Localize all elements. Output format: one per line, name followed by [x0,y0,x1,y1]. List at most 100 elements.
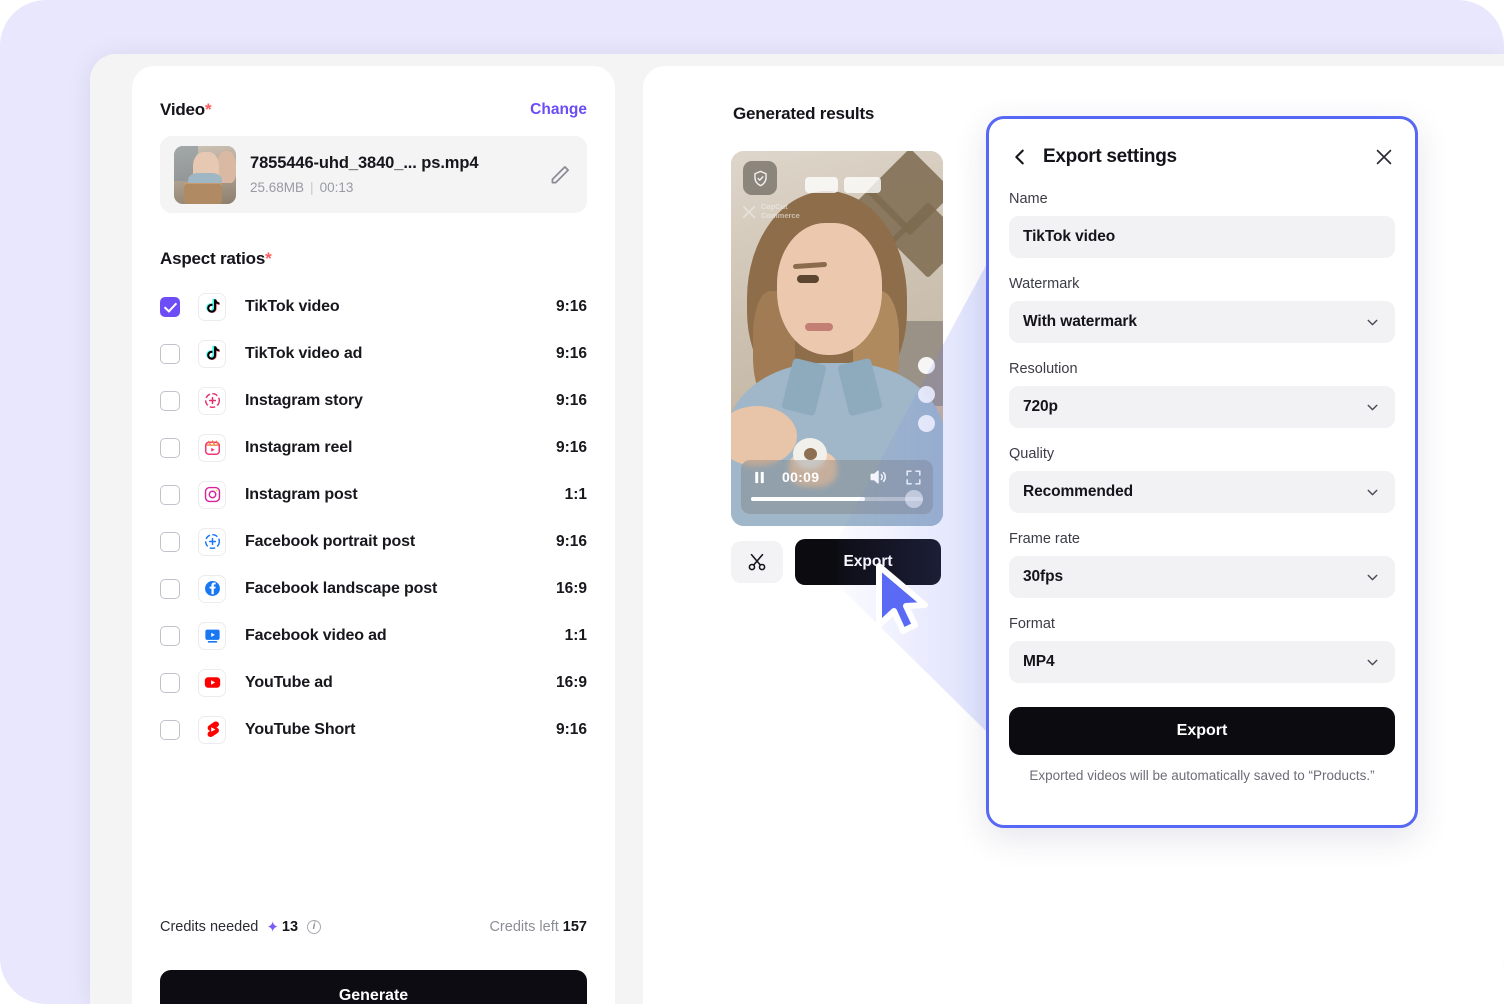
aspect-ratio-label: YouTube Short [245,720,356,738]
export-settings-note: Exported videos will be automatically sa… [1029,768,1375,783]
export-settings-export-button[interactable]: Export [1009,707,1395,755]
aspect-ratio-row[interactable]: TikTok video 9:16 [160,283,587,330]
export-field-value: 720p [1023,398,1058,415]
aspect-ratio-checkbox[interactable] [160,625,180,646]
aspect-ratio-row[interactable]: TikTok video ad 9:16 [160,330,587,377]
required-asterisk: * [204,100,212,119]
aspect-ratio-checkbox[interactable] [160,437,180,458]
video-file-card[interactable]: 7855446-uhd_3840_... ps.mp4 25.68MB | 00:1… [160,136,587,213]
platform-icon-wrap [198,292,226,321]
facebook-video-icon [204,629,220,643]
aspect-ratio-checkbox[interactable] [160,296,180,317]
aspect-ratio-row[interactable]: YouTube Short 9:16 [160,706,587,753]
chevron-down-icon[interactable] [1364,314,1381,331]
framerate-select[interactable]: 30fps [1009,556,1395,598]
close-icon[interactable] [1373,146,1395,168]
video-file-name: 7855446-uhd_3840_... ps.mp4 [250,154,479,172]
export-settings-title: Export settings [1043,146,1177,167]
aspect-ratio-checkbox[interactable] [160,343,180,364]
aspect-ratio-row[interactable]: Instagram reel 9:16 [160,424,587,471]
watermark-line-2: Commerce [761,210,800,220]
aspect-ratio-label: Facebook landscape post [245,579,438,597]
capcut-watermark: CapCut Commerce [741,202,800,220]
volume-icon[interactable] [868,467,888,487]
export-field-value: MP4 [1023,653,1055,670]
quality-select[interactable]: Recommended [1009,471,1395,513]
export-settings-fields: Name TikTok video Watermark With watermark R… [1009,191,1395,683]
chevron-down-icon[interactable] [1364,484,1381,501]
aspect-ratio-row[interactable]: YouTube ad 16:9 [160,659,587,706]
aspect-ratio-checkbox[interactable] [160,578,180,599]
current-time-label: 00:09 [782,469,820,485]
cut-button[interactable] [731,541,783,583]
export-field-label: Name [1009,191,1048,207]
aspect-ratio-label: YouTube ad [245,673,333,691]
aspect-ratio-row[interactable]: Facebook video ad 1:1 [160,612,587,659]
fullscreen-icon[interactable] [904,468,923,487]
generated-results-title: Generated results [733,104,875,123]
export-field-label: Watermark [1009,276,1080,292]
aspect-ratio-row[interactable]: Facebook landscape post 16:9 [160,565,587,612]
tiktok-icon [205,345,220,360]
progress-bar[interactable] [751,490,923,508]
credits-needed-value: 13 [281,919,299,935]
instagram-reel-icon [204,440,220,455]
aspect-ratio-checkbox[interactable] [160,484,180,505]
aspect-ratio-label: Instagram story [245,391,363,409]
youtube-shorts-icon [207,721,219,737]
platform-icon-wrap [198,480,226,509]
video-preview-player[interactable]: CapCut Commerce 00:09 [731,151,943,526]
side-action-dot-1[interactable] [918,357,935,374]
name-field[interactable]: TikTok video [1009,216,1395,258]
aspect-ratio-checkbox[interactable] [160,672,180,693]
aspect-ratio-value: 9:16 [555,438,587,456]
shield-check-icon [743,161,777,195]
aspect-ratio-value: 16:9 [555,579,587,597]
platform-icon-wrap [198,433,226,462]
progress-knob[interactable] [905,490,923,508]
aspect-ratio-row[interactable]: Instagram post 1:1 [160,471,587,518]
aspect-ratio-value: 16:9 [555,673,587,691]
aspect-ratio-value: 9:16 [555,297,587,315]
aspect-ratio-checkbox[interactable] [160,390,180,411]
chevron-down-icon[interactable] [1364,654,1381,671]
platform-icon-wrap [198,715,226,744]
chevron-down-icon[interactable] [1364,399,1381,416]
aspect-ratio-label: TikTok video ad [245,344,363,362]
info-icon[interactable]: i [307,920,322,934]
change-video-link[interactable]: Change [530,101,587,119]
credits-needed: Credits needed ✦ 13 i [160,918,322,936]
tiktok-icon [205,298,220,313]
chevron-left-icon[interactable] [1009,146,1031,168]
aspect-ratio-checkbox[interactable] [160,719,180,740]
side-action-dot-2[interactable] [918,386,935,403]
aspect-ratio-label: Facebook portrait post [245,532,416,550]
aspect-ratio-value: 9:16 [555,720,587,738]
video-section-title: Video* [160,100,212,120]
aspect-ratio-row[interactable]: Instagram story 9:16 [160,377,587,424]
pencil-icon[interactable] [547,162,573,188]
generate-button[interactable]: Generate [160,970,587,1004]
meta-separator: | [310,180,314,195]
watermark-select[interactable]: With watermark [1009,301,1395,343]
platform-icon-wrap [198,339,226,368]
aspect-ratio-checkbox[interactable] [160,531,180,552]
capcut-logo-icon [742,205,756,218]
credits-left: Credits left 157 [489,919,587,935]
platform-icon-wrap [198,621,226,650]
aspect-ratio-row[interactable]: Facebook portrait post 9:16 [160,518,587,565]
export-field: Format MP4 [1009,616,1395,683]
resolution-select[interactable]: 720p [1009,386,1395,428]
export-field-value: TikTok video [1023,228,1116,245]
pause-icon[interactable] [751,469,768,486]
format-select[interactable]: MP4 [1009,641,1395,683]
side-action-dot-3[interactable] [918,415,935,432]
export-field-label: Quality [1009,446,1055,462]
chevron-down-icon[interactable] [1364,569,1381,586]
export-field-value: Recommended [1023,483,1134,500]
credits-left-label: Credits left [489,919,559,935]
mouse-pointer-icon [876,563,928,634]
aspect-ratio-label: Facebook video ad [245,626,387,644]
aspect-ratio-value: 9:16 [555,344,587,362]
export-field-value: 30fps [1023,568,1063,585]
